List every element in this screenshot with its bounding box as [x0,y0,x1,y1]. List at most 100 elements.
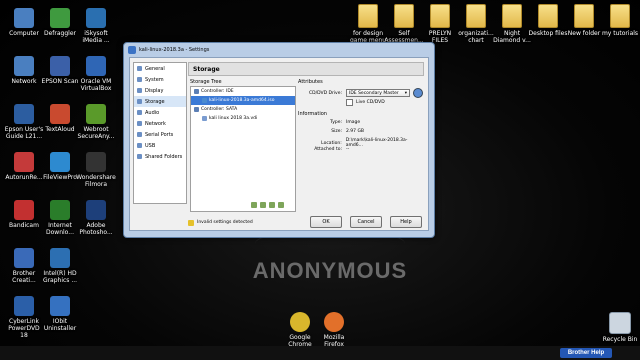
live-cd-checkbox[interactable] [346,99,353,106]
info-row: Type: Image [298,120,360,125]
desktop-icon[interactable]: IObit Uninstaller [40,296,80,332]
nav-icon [137,154,142,159]
tree-item-label: kali linux 2018 3a.vdi [209,116,258,121]
info-key: Size: [331,129,342,134]
recycle-bin-icon[interactable]: Recycle Bin [600,312,640,343]
cd-drive-select[interactable]: IDE Secondary Master ▾ [346,89,410,97]
nav-item[interactable]: General [134,63,186,74]
trash-icon [609,312,631,334]
nav-item[interactable]: System [134,74,186,85]
desktop-icon[interactable]: iSkysoft iMedia ... [76,8,116,44]
dialog-titlebar[interactable]: kali-linux-2018.3a - Settings [124,43,434,57]
settings-content: Storage Storage Tree Controller: IDE kali… [188,62,424,212]
nav-item[interactable]: Shared Folders [134,151,186,162]
tree-item-label: Controller: SATA [201,107,238,112]
nav-item[interactable]: Network [134,118,186,129]
desktop-icon-label: Webroot SecureAny... [77,126,115,140]
add-disk-icon[interactable] [269,202,275,208]
folder-icon [466,4,486,28]
desktop-icon[interactable]: Oracle VM VirtualBox [76,56,116,92]
desktop-icon-label: AutorunRe... [5,174,43,181]
desktop-icon-label: IObit Uninstaller [43,318,77,332]
desktop-folder[interactable]: Desktop files [528,4,568,37]
tree-item-label: kali-linux-2018.3a-amd64.iso [209,98,275,103]
storage-tree-label: Storage Tree [190,79,222,85]
tree-item-label: Controller: IDE [201,89,234,94]
tree-item[interactable]: kali linux 2018 3a.vdi [191,114,295,123]
folder-icon [394,4,414,28]
folder-icon [538,4,558,28]
desktop-icon[interactable]: Wondershare Filmora [76,152,116,188]
desktop-folder[interactable]: Self Assessmen... [384,4,424,44]
storage-tree[interactable]: Controller: IDE kali-linux-2018.3a-amd64.… [190,86,296,212]
desktop-icon[interactable]: FileViewPro [40,152,80,181]
app-icon [14,296,34,316]
desktop-icon[interactable]: Webroot SecureAny... [76,104,116,140]
desktop-icon[interactable]: CyberLink PowerDVD 18 [4,296,44,339]
desktop-icon-label: Bandicam [9,222,39,229]
nav-item[interactable]: USB [134,140,186,151]
nav-item[interactable]: Audio [134,107,186,118]
tree-item[interactable]: kali-linux-2018.3a-amd64.iso [191,96,295,105]
desktop-icon[interactable]: Computer [4,8,44,37]
remove-icon[interactable] [278,202,284,208]
brother-help-button[interactable]: Brother Help [560,348,612,358]
invalid-settings-text[interactable]: Invalid settings detected [197,220,253,225]
desktop-icon[interactable]: Defraggler [40,8,80,37]
desktop-icon[interactable]: Internet Downlo... [40,200,80,236]
nav-item[interactable]: Display [134,85,186,96]
app-icon [50,56,70,76]
app-icon [14,104,34,124]
settings-nav: General System Display Storage Audio Network S… [133,62,187,204]
nav-item[interactable]: Storage [134,96,186,107]
browser-icon [290,312,310,332]
help-button[interactable]: Help [390,216,422,228]
tree-item[interactable]: Controller: IDE [191,87,295,96]
add-controller-icon[interactable] [251,202,257,208]
info-value: Image [346,120,361,125]
add-attachment-icon[interactable] [260,202,266,208]
nav-item[interactable]: Serial Ports [134,129,186,140]
desktop-folder[interactable]: my tutorials [600,4,640,37]
settings-dialog: kali-linux-2018.3a - Settings General Sys… [123,42,435,238]
recycle-bin-label: Recycle Bin [602,336,638,343]
desktop-icon[interactable]: Mozilla Firefox [314,312,354,348]
desktop-icon-label: Wondershare Filmora [76,174,116,188]
desktop-icon[interactable]: EPSON Scan [40,56,80,85]
desktop-folder[interactable]: PRELYN FILES [420,4,460,44]
desktop-icon[interactable]: Intel(R) HD Graphics ... [40,248,80,284]
desktop-icon-label: Oracle VM VirtualBox [80,78,112,92]
desktop-icon[interactable]: Network [4,56,44,85]
nav-item-label: Display [145,87,164,94]
desktop-icon[interactable]: Epson User's Guide L21... [4,104,44,140]
cancel-button[interactable]: Cancel [350,216,382,228]
app-icon [50,104,70,124]
desktop-icon-label: FileViewPro [43,174,77,181]
nav-item-label: Serial Ports [145,131,174,138]
nav-icon [137,143,142,148]
desktop-folder[interactable]: Night Diamond v... [492,4,532,44]
folder-icon [574,4,594,28]
desktop-icon[interactable]: Adobe Photosho... [76,200,116,236]
nav-item-label: USB [145,142,156,149]
desktop-icon[interactable]: Brother Creati... [4,248,44,284]
desktop-icon[interactable]: AutorunRe... [4,152,44,181]
nav-icon [137,110,142,115]
desktop-icon-label: TextAloud [45,126,75,133]
desktop-folder[interactable]: for design game menu [348,4,388,44]
dialog-title: kali-linux-2018.3a - Settings [139,47,210,53]
tree-item[interactable]: Controller: SATA [191,105,295,114]
desktop-icon[interactable]: Bandicam [4,200,44,229]
optical-disc-icon[interactable] [413,88,423,98]
desktop-icon-label: Brother Creati... [12,270,36,284]
desktop-icon-label: Adobe Photosho... [79,222,113,236]
app-icon [50,248,70,268]
desktop-folder[interactable]: New folder [564,4,604,37]
app-icon [86,200,106,220]
ok-button[interactable]: OK [310,216,342,228]
desktop-folder[interactable]: organizati... chart [456,4,496,44]
desktop-icon[interactable]: TextAloud [40,104,80,133]
nav-icon [137,99,142,104]
desktop-icon-label: Internet Downlo... [46,222,74,236]
nav-item-label: Network [145,120,166,127]
